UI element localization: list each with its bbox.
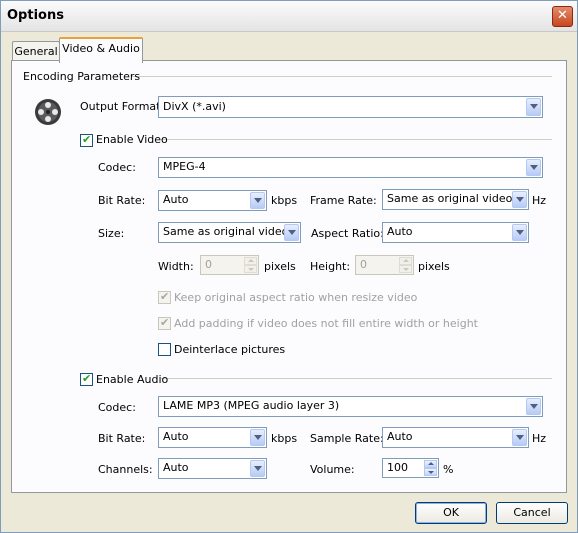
keep-aspect-label: Keep original aspect ratio when resize v… (174, 291, 418, 304)
channels-select[interactable]: Auto (158, 458, 267, 479)
sample-rate-unit: Hz (532, 432, 547, 445)
close-button[interactable]: ✕ (552, 6, 573, 27)
height-stepper[interactable]: 0 (355, 255, 414, 275)
spin-up-icon[interactable] (244, 257, 257, 265)
ok-button[interactable]: OK (415, 502, 487, 524)
chevron-down-icon[interactable] (512, 191, 527, 208)
keep-aspect-checkbox[interactable] (158, 290, 171, 304)
video-codec-label: Codec: (98, 161, 136, 174)
channels-label: Channels: (98, 463, 153, 476)
add-padding-checkbox[interactable] (158, 316, 171, 330)
width-value: 0 (205, 258, 212, 271)
group-divider (131, 76, 552, 77)
chevron-down-icon[interactable] (284, 224, 299, 241)
volume-unit: % (443, 463, 454, 476)
channels-value: Auto (163, 461, 189, 474)
volume-label: Volume: (310, 463, 355, 476)
video-size-value: Same as original video (163, 225, 289, 238)
height-label: Height: (310, 260, 351, 273)
volume-value: 100 (387, 461, 408, 474)
encoding-group-label: Encoding Parameters (23, 70, 141, 83)
sample-rate-value: Auto (387, 430, 413, 443)
audio-codec-select[interactable]: LAME MP3 (MPEG audio layer 3) (158, 396, 543, 417)
spin-up-icon[interactable] (399, 257, 412, 265)
spin-down-icon[interactable] (244, 265, 257, 273)
film-reel-icon (35, 99, 61, 125)
options-dialog: Options ✕ General Video & Audio Encoding… (0, 0, 578, 533)
aspect-ratio-label: Aspect Ratio: (311, 227, 384, 240)
chevron-down-icon[interactable] (526, 159, 541, 176)
sample-rate-select[interactable]: Auto (382, 427, 529, 448)
chevron-down-icon[interactable] (512, 429, 527, 446)
chevron-down-icon[interactable] (250, 429, 265, 446)
chevron-down-icon[interactable] (526, 398, 541, 415)
width-stepper[interactable]: 0 (200, 255, 259, 275)
deinterlace-label: Deinterlace pictures (174, 343, 286, 356)
tab-general[interactable]: General (12, 41, 60, 62)
cancel-button[interactable]: Cancel (496, 502, 568, 524)
output-format-label: Output Format: (80, 100, 165, 113)
enable-video-label: Enable Video (96, 133, 168, 146)
aspect-ratio-select[interactable]: Auto (382, 222, 529, 243)
audio-bitrate-select[interactable]: Auto (158, 427, 267, 448)
video-size-label: Size: (98, 227, 125, 240)
audio-divider (161, 378, 552, 379)
video-bitrate-unit: kbps (271, 194, 298, 207)
spin-down-icon[interactable] (399, 265, 412, 273)
tab-video-audio[interactable]: Video & Audio (59, 37, 143, 63)
output-format-value: DivX (*.avi) (163, 100, 226, 113)
chevron-down-icon[interactable] (512, 224, 527, 241)
audio-codec-label: Codec: (98, 401, 136, 414)
frame-rate-label: Frame Rate: (310, 194, 377, 207)
aspect-ratio-value: Auto (387, 225, 413, 238)
frame-rate-value: Same as original video (387, 192, 513, 205)
spin-down-icon[interactable] (424, 468, 437, 476)
audio-bitrate-value: Auto (163, 430, 189, 443)
audio-codec-value: LAME MP3 (MPEG audio layer 3) (163, 399, 340, 412)
volume-stepper[interactable]: 100 (382, 458, 439, 478)
deinterlace-checkbox[interactable] (158, 343, 171, 356)
height-unit: pixels (418, 260, 450, 273)
video-size-select[interactable]: Same as original video (158, 222, 301, 243)
add-padding-label: Add padding if video does not fill entir… (174, 317, 478, 330)
audio-bitrate-unit: kbps (271, 432, 298, 445)
width-unit: pixels (264, 260, 296, 273)
sample-rate-label: Sample Rate: (310, 432, 384, 445)
spin-up-icon[interactable] (424, 460, 437, 468)
video-codec-value: MPEG-4 (163, 160, 206, 173)
video-bitrate-value: Auto (163, 193, 189, 206)
chevron-down-icon[interactable] (250, 192, 265, 209)
height-value: 0 (360, 258, 367, 271)
chevron-down-icon[interactable] (250, 460, 265, 477)
window-title: Options (7, 8, 64, 23)
output-format-select[interactable]: DivX (*.avi) (158, 96, 543, 118)
enable-audio-label: Enable Audio (96, 373, 169, 386)
width-label: Width: (158, 260, 194, 273)
frame-rate-select[interactable]: Same as original video (382, 189, 529, 210)
enable-audio-checkbox[interactable] (80, 372, 93, 386)
title-bar: Options ✕ (1, 1, 577, 32)
frame-rate-unit: Hz (532, 194, 547, 207)
enable-video-checkbox[interactable] (80, 133, 93, 147)
video-divider (161, 139, 552, 140)
audio-bitrate-label: Bit Rate: (98, 432, 146, 445)
chevron-down-icon[interactable] (526, 98, 541, 116)
video-bitrate-label: Bit Rate: (98, 194, 146, 207)
video-codec-select[interactable]: MPEG-4 (158, 157, 543, 178)
video-bitrate-select[interactable]: Auto (158, 190, 267, 211)
